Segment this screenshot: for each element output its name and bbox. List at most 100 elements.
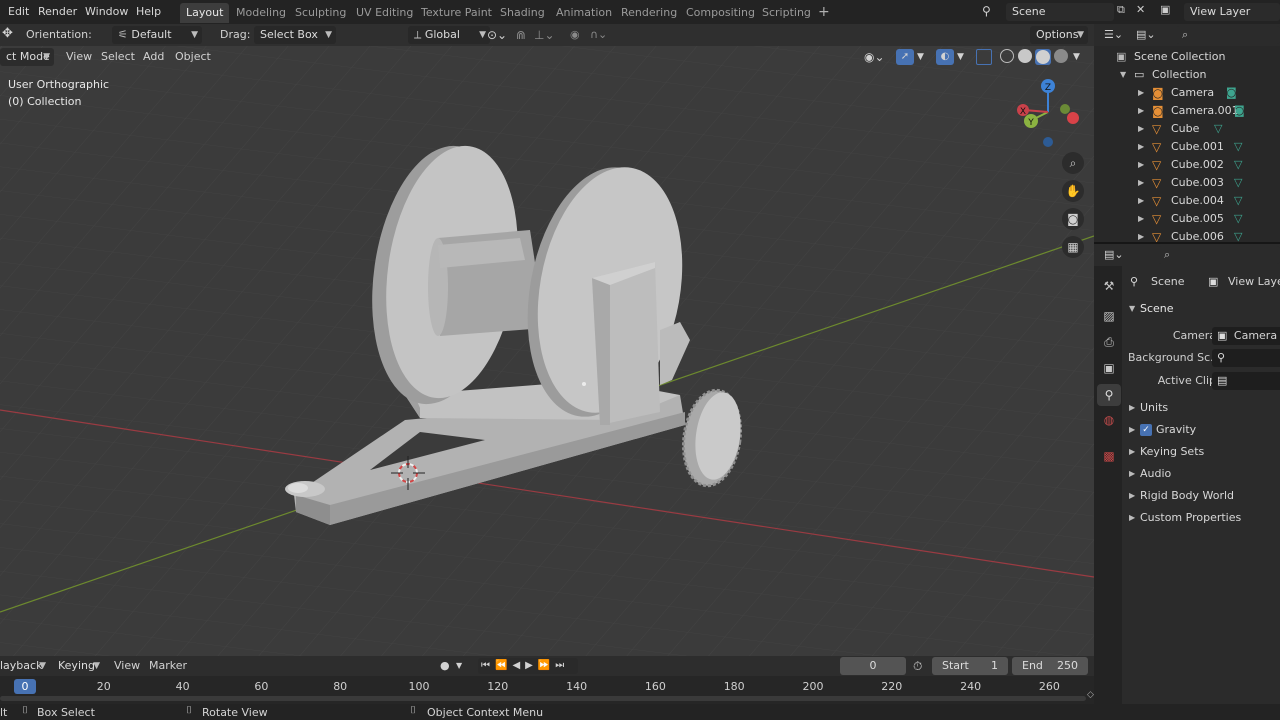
tab-sculpting[interactable]: Sculpting [289,3,352,23]
mesh-data-icon[interactable]: ▽ [1234,138,1242,156]
outliner-root[interactable]: ▣ Scene Collection [1094,48,1280,66]
scene-selector-icon[interactable]: ⚲ [982,4,991,18]
transform-icon[interactable]: ✥ [2,26,13,42]
chevron-down-icon[interactable]: ▼ [957,49,964,65]
collapse-icon[interactable]: ◇ [1087,690,1094,700]
zoom-icon[interactable]: ⌕ [1062,152,1084,174]
menu-select[interactable]: Select [101,49,135,65]
3d-viewport[interactable]: Z Y X ⌕ ✋ ◙ ▦ User Orthographic (0) Coll… [0,24,1094,656]
properties-section[interactable]: ▶ Custom Properties [1122,508,1280,528]
scene-panel-header[interactable]: ▼ Scene [1122,299,1280,319]
disclosure-right-icon[interactable]: ▶ [1138,228,1144,242]
outliner-item[interactable]: ▶ ▽ Cube.004 ▽ [1094,192,1280,210]
transform-orientation-dropdown[interactable]: ⟂ Global ▼ [408,26,490,44]
disclosure-right-icon[interactable]: ▶ [1138,174,1144,192]
xray-icon[interactable] [976,49,992,65]
disclosure-right-icon[interactable]: ▶ [1138,138,1144,156]
background-scene-field[interactable]: ⚲ [1212,349,1280,367]
snap-magnet-icon[interactable]: ⋒ [516,27,526,43]
overlays-icon[interactable]: ◐ [936,49,954,65]
options-dropdown[interactable]: Options ▼ [1030,26,1088,44]
menu-help[interactable]: Help [136,5,161,18]
outliner-item[interactable]: ▶ ▽ Cube.003 ▽ [1094,174,1280,192]
menu-edit[interactable]: Edit [8,5,29,18]
material-preview-icon[interactable] [1035,49,1051,65]
disclosure-right-icon[interactable]: ▶ [1138,84,1144,102]
mesh-data-icon[interactable]: ▽ [1234,192,1242,210]
orientation-dropdown[interactable]: ⚟ Default ▼ [112,26,202,44]
disclosure-right-icon[interactable]: ▶ [1129,420,1135,440]
disclosure-down-icon[interactable]: ▼ [1129,299,1135,319]
world-properties-icon[interactable]: ◍ [1101,412,1117,428]
mesh-data-icon[interactable]: ▽ [1234,156,1242,174]
drag-dropdown[interactable]: Select Box ▼ [254,26,336,44]
timeline-ruler[interactable]: 0 20 40 60 80 100 120 140 160 180 200 220 240 260 ◇ [0,676,1094,704]
disclosure-right-icon[interactable]: ▶ [1129,486,1135,506]
disclosure-right-icon[interactable]: ▶ [1138,210,1144,228]
menu-window[interactable]: Window [85,5,128,18]
view-layer-icon[interactable]: ▣ [1160,3,1170,16]
menu-view[interactable]: View [66,49,92,65]
disclosure-right-icon[interactable]: ▶ [1138,120,1144,138]
outliner-collection[interactable]: ▼ ▭ Collection [1094,66,1280,84]
wireframe-shading-icon[interactable] [1000,49,1014,63]
pivot-point-icon[interactable]: ⊙⌄ [487,27,507,43]
outliner-item[interactable]: ▶ ▽ Cube.006 ▽ [1094,228,1280,242]
tab-shading[interactable]: Shading [494,3,551,23]
disclosure-right-icon[interactable]: ▶ [1138,102,1144,120]
disclosure-down-icon[interactable]: ▼ [1120,66,1126,84]
playback-controls[interactable]: ⏮⏪◀▶⏩⏭ [478,658,578,674]
proportional-edit-icon[interactable]: ◉ [570,27,580,43]
properties-section[interactable]: ▶ Rigid Body World [1122,486,1280,506]
texture-properties-icon[interactable]: ▩ [1101,448,1117,464]
outliner-item[interactable]: ▶ ◙ Camera.001 ◙ [1094,102,1280,120]
disclosure-right-icon[interactable]: ▶ [1129,464,1135,484]
output-properties-icon[interactable]: ⎙ [1101,334,1117,350]
tab-rendering[interactable]: Rendering [615,3,683,23]
playback-dropdown[interactable]: layback ▼ [0,657,50,675]
add-workspace-icon[interactable]: + [812,3,836,23]
timeline-scrollbar[interactable] [0,696,1086,701]
disclosure-right-icon[interactable]: ▶ [1129,398,1135,418]
menu-object[interactable]: Object [175,49,211,65]
falloff-curve-icon[interactable]: ∩⌄ [590,27,607,43]
outliner-item[interactable]: ▶ ▽ Cube.001 ▽ [1094,138,1280,156]
active-clip-field[interactable]: ▤ [1212,372,1280,390]
properties-search-input[interactable]: ⌕ [1158,246,1280,264]
tab-scripting[interactable]: Scripting [756,3,817,23]
chevron-down-icon[interactable]: ▼ [917,49,924,65]
tab-compositing[interactable]: Compositing [680,3,761,23]
pan-hand-icon[interactable]: ✋ [1062,180,1084,202]
mesh-data-icon[interactable]: ▽ [1234,228,1242,242]
mesh-data-icon[interactable]: ▽ [1234,174,1242,192]
tab-modeling[interactable]: Modeling [230,3,292,23]
end-frame-field[interactable]: End 250 [1012,657,1088,675]
display-mode-icon[interactable]: ▤⌄ [1136,28,1156,41]
render-properties-icon[interactable]: ▨ [1101,308,1117,324]
camera-data-icon[interactable]: ◙ [1234,102,1245,120]
tab-uv-editing[interactable]: UV Editing [350,3,419,23]
mode-dropdown[interactable]: ct Mode ▼ [0,48,54,66]
gizmo-toggle-icon[interactable]: ➚ [896,49,914,65]
properties-section[interactable]: ▶ Keying Sets [1122,442,1280,462]
editor-type-icon[interactable]: ☰⌄ [1104,28,1123,41]
outliner-item[interactable]: ▶ ▽ Cube.002 ▽ [1094,156,1280,174]
new-scene-icon[interactable]: ⧉ [1117,3,1125,17]
scene-field[interactable]: Scene [1006,3,1114,21]
chevron-down-icon[interactable]: ▼ [456,658,462,674]
solid-shading-icon[interactable] [1018,49,1032,63]
properties-section[interactable]: ▶ ✓ Gravity [1122,420,1280,440]
current-frame-field[interactable]: 0 [840,657,906,675]
rendered-shading-icon[interactable] [1054,49,1068,63]
visibility-eye-icon[interactable]: ◉⌄ [864,49,885,65]
ortho-grid-icon[interactable]: ▦ [1062,236,1084,258]
tab-layout[interactable]: Layout [180,3,230,23]
menu-add[interactable]: Add [143,49,164,65]
camera-view-icon[interactable]: ◙ [1062,208,1084,230]
properties-section[interactable]: ▶ Audio [1122,464,1280,484]
view-layer-field[interactable]: View Layer [1184,3,1280,21]
tool-settings-icon[interactable]: ⚒ [1101,278,1117,294]
tab-texture-paint[interactable]: Texture Paint [415,3,498,23]
properties-section[interactable]: ▶ Units [1122,398,1280,418]
mesh-data-icon[interactable]: ▽ [1234,210,1242,228]
